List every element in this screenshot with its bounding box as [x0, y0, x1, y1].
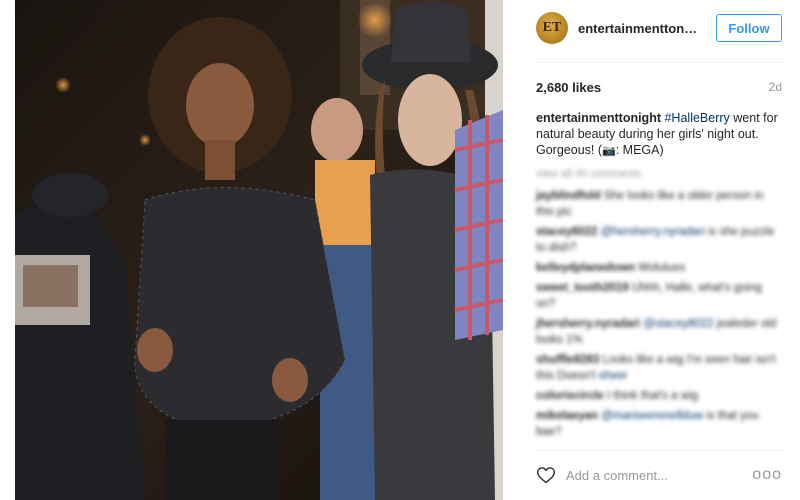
follow-button[interactable]: Follow — [716, 14, 782, 42]
comment-username[interactable]: jayblindfold — [536, 190, 601, 202]
more-options-icon[interactable]: ooo — [752, 466, 782, 484]
comments-list: view all 40 comments jayblindfold She lo… — [536, 168, 784, 444]
comment-mention[interactable]: @hersherry.nyradari — [601, 226, 705, 238]
comment-item: sweet_tooth2019 Uhhh, Halle, what's goin… — [536, 280, 784, 312]
heart-icon[interactable] — [536, 465, 556, 485]
post-photo-image — [15, 0, 503, 500]
post-side-panel: ET entertainmenttonight Follow 2,680 lik… — [518, 0, 800, 500]
comment-username[interactable]: mikelaeyan — [536, 410, 598, 422]
comment-link[interactable]: sheer — [599, 370, 628, 382]
divider — [536, 450, 782, 451]
comment-username[interactable]: stacey8022 — [536, 226, 597, 238]
comment-item: mikelaeyan @mariseerenellduw is that you… — [536, 408, 784, 440]
comment-item: jhersherry.nyradari @stacey8022 jealeder… — [536, 316, 784, 348]
comment-item: jayblindfold She looks like a older pers… — [536, 188, 784, 220]
comment-item: shuffle8283 Looks like a wig I'm seen ha… — [536, 352, 784, 384]
likes-count[interactable]: 2,680 likes — [536, 80, 601, 95]
comment-username[interactable]: kelleydplanedown — [536, 262, 635, 274]
divider — [536, 62, 782, 63]
caption-credit: : MEGA) — [615, 143, 664, 157]
caption-hashtag[interactable]: #HalleBerry — [664, 111, 729, 125]
comment-bar: ooo — [536, 462, 782, 488]
post-caption: entertainmenttonight #HalleBerry went fo… — [536, 110, 784, 159]
camera-icon: 📷 — [602, 145, 616, 157]
post-photo[interactable] — [15, 0, 503, 500]
comment-item: stacey8022 @hersherry.nyradari is she pu… — [536, 224, 784, 256]
comment-mention[interactable]: @mariseerenellduw — [601, 410, 703, 422]
comment-username[interactable]: coloriscircle — [536, 390, 604, 402]
comment-text: Wolulues — [635, 262, 686, 274]
comment-username[interactable]: sweet_tooth2019 — [536, 282, 629, 294]
username-link[interactable]: entertainmenttonight — [578, 21, 700, 36]
likes-row: 2,680 likes 2d — [536, 78, 782, 96]
comment-username[interactable]: jhersherry.nyradari — [536, 318, 640, 330]
avatar[interactable]: ET — [536, 12, 568, 44]
comment-text: I think that's a wig — [603, 390, 699, 402]
comment-item: kelleydplanedown Wolulues — [536, 260, 784, 276]
load-more-comments[interactable]: view all 40 comments — [536, 168, 784, 180]
comment-item: coloriscircle I think that's a wig — [536, 388, 784, 404]
comment-mention[interactable]: @stacey8022 — [643, 318, 714, 330]
caption-username[interactable]: entertainmenttonight — [536, 111, 661, 125]
comment-username[interactable]: shuffle8283 — [536, 354, 599, 366]
comment-input[interactable] — [566, 467, 756, 483]
post-header: ET entertainmenttonight Follow — [536, 10, 782, 46]
post-time[interactable]: 2d — [769, 80, 782, 94]
avatar-text: ET — [542, 20, 562, 35]
